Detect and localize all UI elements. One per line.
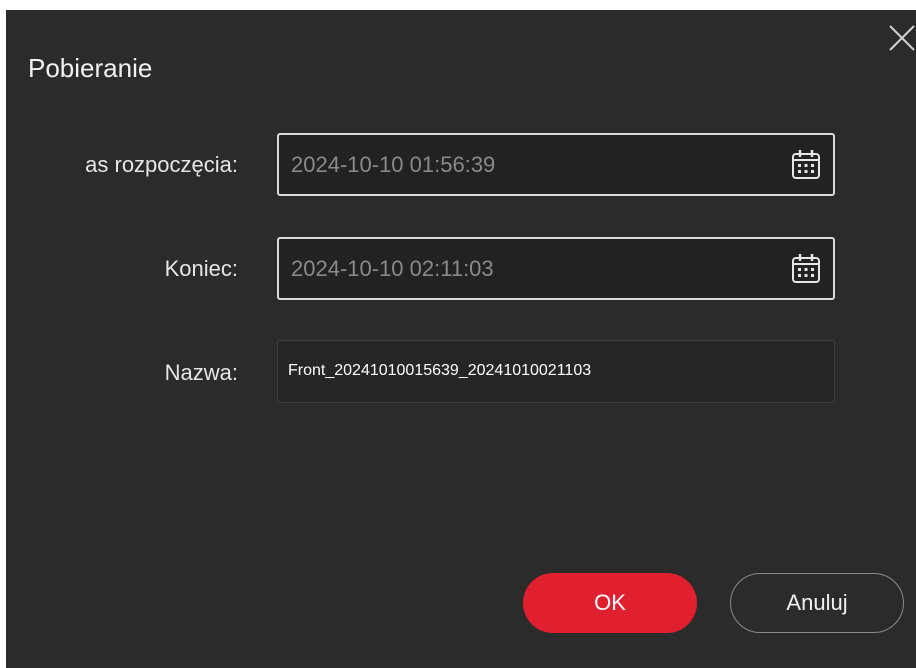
start-time-field[interactable]: 2024-10-10 01:56:39 xyxy=(277,133,835,196)
end-time-field[interactable]: 2024-10-10 02:11:03 xyxy=(277,237,835,300)
close-icon[interactable] xyxy=(888,24,916,52)
start-time-label: as rozpoczęcia: xyxy=(85,152,238,177)
name-field[interactable]: Front_20241010015639_20241010021103 xyxy=(277,340,835,403)
download-dialog: Pobieranie as rozpoczęcia: 2024-10-10 01… xyxy=(6,10,916,668)
ok-button[interactable]: OK xyxy=(523,573,697,633)
calendar-icon[interactable] xyxy=(791,253,821,285)
dialog-title: Pobieranie xyxy=(28,53,153,83)
name-value: Front_20241010015639_20241010021103 xyxy=(288,362,592,379)
cancel-button[interactable]: Anuluj xyxy=(730,573,904,633)
end-time-label: Koniec: xyxy=(164,256,238,281)
end-time-value: 2024-10-10 02:11:03 xyxy=(291,256,494,281)
start-time-value: 2024-10-10 01:56:39 xyxy=(291,152,496,177)
name-label: Nazwa: xyxy=(164,360,238,385)
calendar-icon[interactable] xyxy=(791,149,821,181)
